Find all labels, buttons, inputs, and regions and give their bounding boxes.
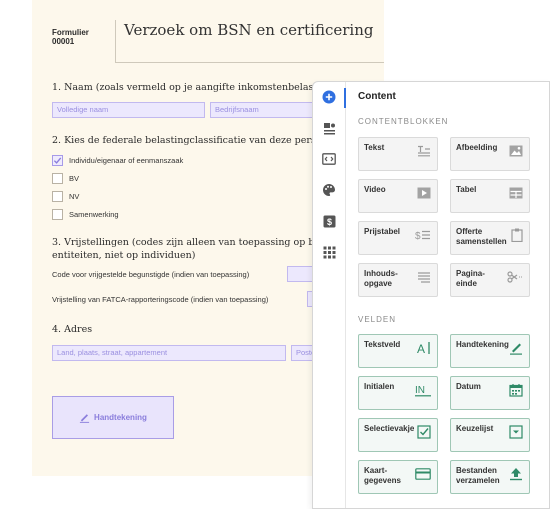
block-video[interactable]: Video	[358, 179, 438, 213]
video-icon	[417, 186, 431, 204]
block-text[interactable]: Tekst	[358, 137, 438, 171]
tile-label: Tekstveld	[364, 340, 401, 349]
document-title: Verzoek om BSN en certificering	[124, 21, 374, 39]
option-nv[interactable]: NV	[52, 190, 79, 202]
field-textfield[interactable]: Tekstveld A	[358, 334, 438, 368]
field-checkbox[interactable]: Selectievakje	[358, 418, 438, 452]
quote-builder-icon	[511, 228, 523, 247]
check-icon	[53, 157, 62, 164]
checkbox-icon	[417, 425, 431, 444]
field-date[interactable]: Datum	[450, 376, 530, 410]
tile-label: Tabel	[456, 185, 477, 194]
initials-icon: IN	[415, 383, 431, 402]
question-2: 2. Kies de federale belastingclassificat…	[52, 135, 334, 146]
calendar-icon	[509, 383, 523, 402]
address-field[interactable]: Land, plaats, straat, appartement	[52, 345, 286, 361]
option-bv[interactable]: BV	[52, 172, 79, 184]
card-icon	[415, 467, 431, 485]
checkbox-checked[interactable]	[52, 154, 63, 166]
field-signature[interactable]: Handtekening	[450, 334, 530, 368]
tile-label: Initialen	[364, 382, 395, 391]
question-4: 4. Adres	[52, 324, 93, 335]
block-price-table[interactable]: Prijstabel $	[358, 221, 438, 255]
tile-label: Kaart- gegevens	[364, 466, 401, 485]
field-dropdown[interactable]: Keuzelijst	[450, 418, 530, 452]
option-label: Individu/eigenaar of eenmanszaak	[69, 155, 184, 165]
full-name-field[interactable]: Volledige naam	[52, 102, 205, 118]
exempt-payee-label: Code voor vrijgestelde begunstigde (indi…	[52, 270, 250, 279]
option-partnership[interactable]: Samenwerking	[52, 208, 119, 220]
section-fields: VELDEN	[358, 315, 397, 324]
tile-label: Afbeelding	[456, 143, 498, 152]
signature-label: Handtekening	[94, 413, 147, 422]
tile-label: Keuzelijst	[456, 424, 494, 433]
block-page-break[interactable]: Pagina- einde	[450, 263, 530, 297]
tile-label: Tekst	[364, 143, 385, 152]
fatca-label: Vrijstelling van FATCA-rapporteringscode…	[52, 295, 269, 304]
dropdown-icon	[509, 425, 523, 444]
text-field-icon: A	[417, 341, 431, 360]
grid-icon[interactable]	[321, 244, 337, 260]
block-image[interactable]: Afbeelding	[450, 137, 530, 171]
dollar-icon[interactable]: $	[321, 213, 337, 229]
panel-rail: $	[313, 82, 346, 508]
svg-text:A: A	[417, 342, 425, 355]
signature-field[interactable]: Handtekening	[52, 396, 174, 439]
blocks-icon[interactable]	[321, 120, 337, 136]
signature-icon	[509, 341, 523, 360]
block-toc[interactable]: Inhouds- opgave	[358, 263, 438, 297]
svg-text:IN: IN	[415, 385, 425, 396]
upload-icon	[509, 467, 523, 486]
field-file-upload[interactable]: Bestanden verzamelen	[450, 460, 530, 494]
table-icon	[509, 186, 523, 204]
tile-label: Video	[364, 185, 386, 194]
tile-label: Bestanden verzamelen	[456, 466, 500, 485]
option-label: NV	[69, 191, 80, 201]
panel-main: Content CONTENTBLOKKEN Tekst Afbeelding …	[347, 82, 549, 508]
image-icon	[509, 144, 523, 162]
tile-label: Handtekening	[456, 340, 509, 349]
question-1: 1. Naam (zoals vermeld op je aangifte in…	[52, 82, 337, 93]
content-panel: $ Content CONTENTBLOKKEN Tekst Afbeeldin…	[312, 81, 550, 509]
tile-label: Pagina- einde	[456, 269, 485, 288]
svg-text:$: $	[415, 231, 421, 241]
option-label: BV	[69, 173, 80, 183]
block-table[interactable]: Tabel	[450, 179, 530, 213]
option-label: Samenwerking	[69, 209, 119, 219]
title-rule	[115, 62, 384, 63]
tile-label: Offerte samenstellen	[456, 227, 507, 246]
checkbox[interactable]	[52, 172, 63, 184]
price-table-icon: $	[415, 228, 431, 246]
block-quote-builder[interactable]: Offerte samenstellen	[450, 221, 530, 255]
panel-title: Content	[358, 91, 396, 102]
field-card-details[interactable]: Kaart- gegevens	[358, 460, 438, 494]
embed-icon[interactable]	[321, 151, 337, 167]
checkbox[interactable]	[52, 208, 63, 220]
option-individual[interactable]: Individu/eigenaar of eenmanszaak	[52, 154, 183, 166]
svg-text:$: $	[326, 217, 331, 227]
rail-active-indicator	[344, 88, 346, 108]
toc-icon	[417, 270, 431, 288]
checkbox[interactable]	[52, 190, 63, 202]
pen-icon	[79, 414, 90, 423]
tile-label: Inhouds- opgave	[364, 269, 398, 288]
tile-label: Datum	[456, 382, 481, 391]
header-divider	[115, 20, 116, 62]
palette-icon[interactable]	[321, 182, 337, 198]
tile-label: Selectievakje	[364, 424, 415, 433]
text-icon	[417, 144, 431, 162]
form-number: Formulier 00001	[52, 28, 89, 46]
plus-circle-icon[interactable]	[321, 89, 337, 105]
field-initials[interactable]: Initialen IN	[358, 376, 438, 410]
tile-label: Prijstabel	[364, 227, 401, 236]
page-break-icon	[507, 270, 523, 288]
section-content-blocks: CONTENTBLOKKEN	[358, 117, 449, 126]
